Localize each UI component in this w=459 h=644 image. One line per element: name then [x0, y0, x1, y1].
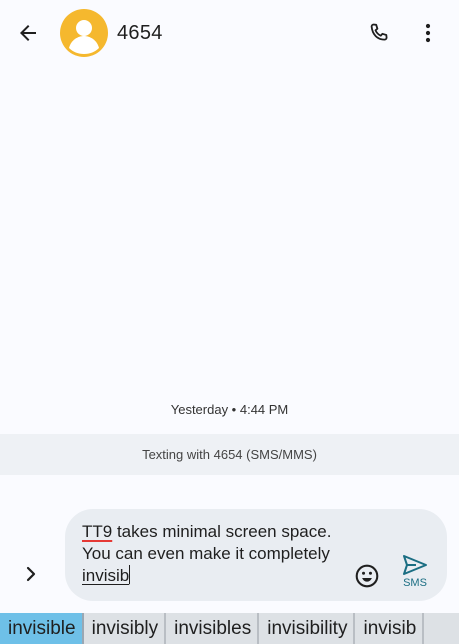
person-icon — [69, 20, 99, 54]
texting-banner: Texting with 4654 (SMS/MMS) — [0, 434, 459, 475]
expand-attachments-button[interactable] — [18, 561, 44, 587]
emoji-button[interactable] — [352, 561, 382, 591]
suggestion-strip: invisible invisibly invisibles invisibil… — [0, 613, 459, 644]
suggestion-item[interactable]: invisible — [0, 613, 84, 644]
chevron-right-icon — [26, 566, 36, 582]
send-sms-label: SMS — [403, 577, 427, 589]
send-icon — [403, 555, 427, 575]
texting-banner-label: Texting with 4654 (SMS/MMS) — [142, 447, 317, 462]
message-timestamp: Yesterday • 4:44 PM — [170, 402, 289, 417]
avatar[interactable] — [60, 9, 108, 57]
call-button[interactable] — [363, 17, 395, 49]
misspelled-word[interactable]: TT9 — [82, 522, 112, 541]
suggestion-item[interactable]: invisibles — [166, 613, 260, 644]
message-input[interactable]: TT9 takes minimal screen space. You can … — [82, 521, 350, 587]
send-sms-button[interactable]: SMS — [395, 554, 435, 596]
back-arrow-icon — [20, 25, 36, 41]
suggestion-item[interactable]: invisib — [355, 613, 425, 644]
emoji-icon — [355, 564, 379, 588]
suggestion-item[interactable]: invisibility — [259, 613, 356, 644]
text-cursor — [129, 565, 131, 584]
message-input-text: takes minimal screen space. You can even… — [82, 522, 332, 563]
suggestion-item[interactable]: invisibly — [84, 613, 167, 644]
top-app-bar: 4654 — [0, 0, 459, 66]
composing-word: invisib — [82, 566, 130, 585]
more-options-button[interactable] — [412, 17, 444, 49]
contact-name[interactable]: 4654 — [117, 22, 163, 45]
phone-icon — [370, 23, 388, 41]
more-vert-icon — [425, 23, 431, 43]
compose-box[interactable]: TT9 takes minimal screen space. You can … — [65, 509, 447, 601]
back-button[interactable] — [12, 17, 44, 49]
